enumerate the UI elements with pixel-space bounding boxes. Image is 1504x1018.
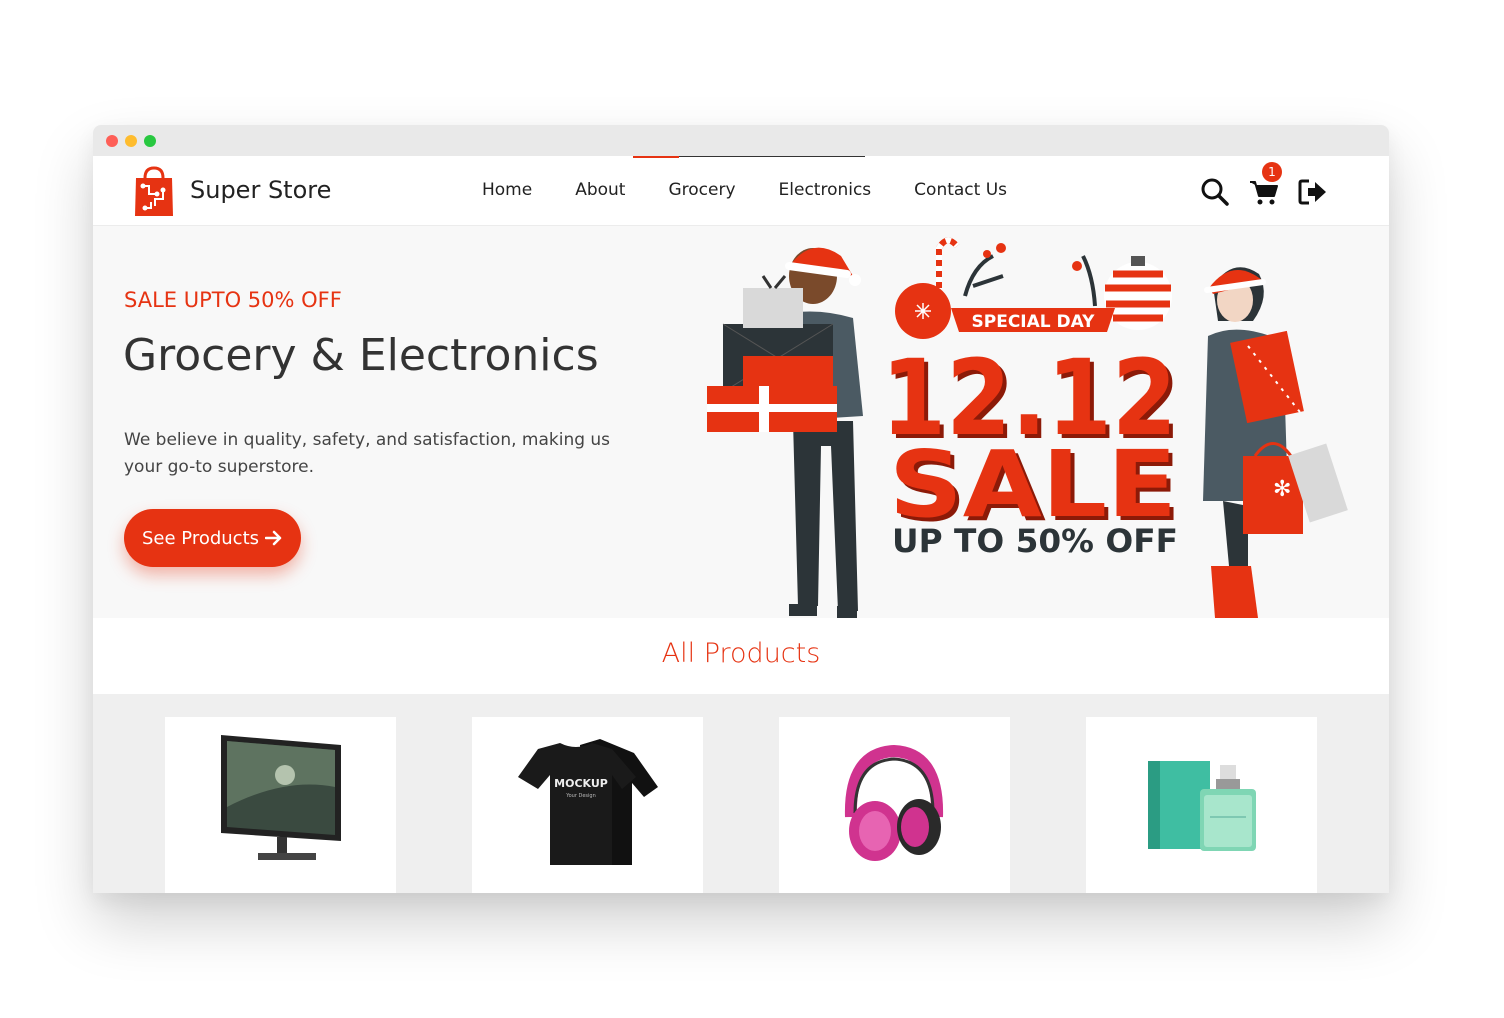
monitor-image bbox=[221, 735, 341, 860]
window-titlebar bbox=[93, 125, 1389, 156]
see-products-button[interactable]: See Products bbox=[124, 509, 301, 567]
logout-icon bbox=[1298, 179, 1326, 205]
cart-button[interactable]: 1 bbox=[1248, 162, 1282, 208]
browser-window: Super Store Home About Grocery Electroni… bbox=[93, 125, 1389, 893]
header-actions: 1 bbox=[1182, 162, 1329, 208]
banner-subline: UP TO 50% OFF bbox=[892, 522, 1178, 560]
woman-with-bags-illustration: ✻ bbox=[1203, 267, 1348, 618]
product-card-perfume[interactable] bbox=[1086, 717, 1317, 893]
maximize-window-button[interactable] bbox=[144, 135, 156, 147]
brand-name[interactable]: Super Store bbox=[190, 176, 331, 204]
sale-banner-illustration: SPECIAL DAY 12.12 12.12 SALE SALE UP TO … bbox=[707, 237, 1348, 618]
nav-active-indicator bbox=[633, 156, 865, 158]
hero-title: Grocery & Electronics bbox=[123, 330, 599, 381]
perfume-image bbox=[1148, 761, 1256, 851]
man-with-gifts-illustration bbox=[707, 247, 863, 618]
product-card-tshirt[interactable]: MOCKUP Your Design bbox=[472, 717, 703, 893]
tshirt-print-title: MOCKUP bbox=[554, 777, 608, 790]
products-grid: MOCKUP Your Design bbox=[93, 694, 1389, 893]
hero-section: SALE UPTO 50% OFF Grocery & Electronics … bbox=[93, 226, 1389, 618]
see-products-label: See Products bbox=[141, 527, 260, 549]
minimize-window-button[interactable] bbox=[125, 135, 137, 147]
search-icon bbox=[1201, 178, 1229, 206]
svg-text:✻: ✻ bbox=[1273, 477, 1291, 502]
promo-text: SALE UPTO 50% OFF bbox=[124, 288, 342, 312]
search-button[interactable] bbox=[1199, 176, 1231, 208]
tshirt-image: MOCKUP Your Design bbox=[518, 739, 658, 865]
section-title: All Products bbox=[661, 638, 821, 669]
nav-contact-us[interactable]: Contact Us bbox=[914, 180, 1007, 200]
tshirt-print-subtitle: Your Design bbox=[565, 793, 596, 799]
hero-description: We believe in quality, safety, and satis… bbox=[124, 430, 611, 477]
shopping-bag-icon[interactable] bbox=[133, 166, 175, 218]
nav-about[interactable]: About bbox=[575, 180, 625, 200]
close-window-button[interactable] bbox=[106, 135, 118, 147]
logout-button[interactable] bbox=[1297, 176, 1329, 208]
nav-grocery[interactable]: Grocery bbox=[668, 180, 735, 200]
cart-count-badge: 1 bbox=[1262, 162, 1282, 182]
products-section-header: All Products bbox=[93, 618, 1389, 694]
arrow-right-icon bbox=[265, 530, 282, 546]
product-card-monitor[interactable] bbox=[165, 717, 396, 893]
nav-electronics[interactable]: Electronics bbox=[779, 180, 872, 200]
nav-home[interactable]: Home bbox=[482, 180, 532, 200]
navbar: Super Store Home About Grocery Electroni… bbox=[93, 156, 1389, 226]
main-nav: Home About Grocery Electronics Contact U… bbox=[482, 180, 1050, 200]
product-card-headphones[interactable] bbox=[779, 717, 1010, 893]
banner-tag: SPECIAL DAY bbox=[972, 312, 1096, 332]
headphones-image bbox=[844, 744, 944, 861]
